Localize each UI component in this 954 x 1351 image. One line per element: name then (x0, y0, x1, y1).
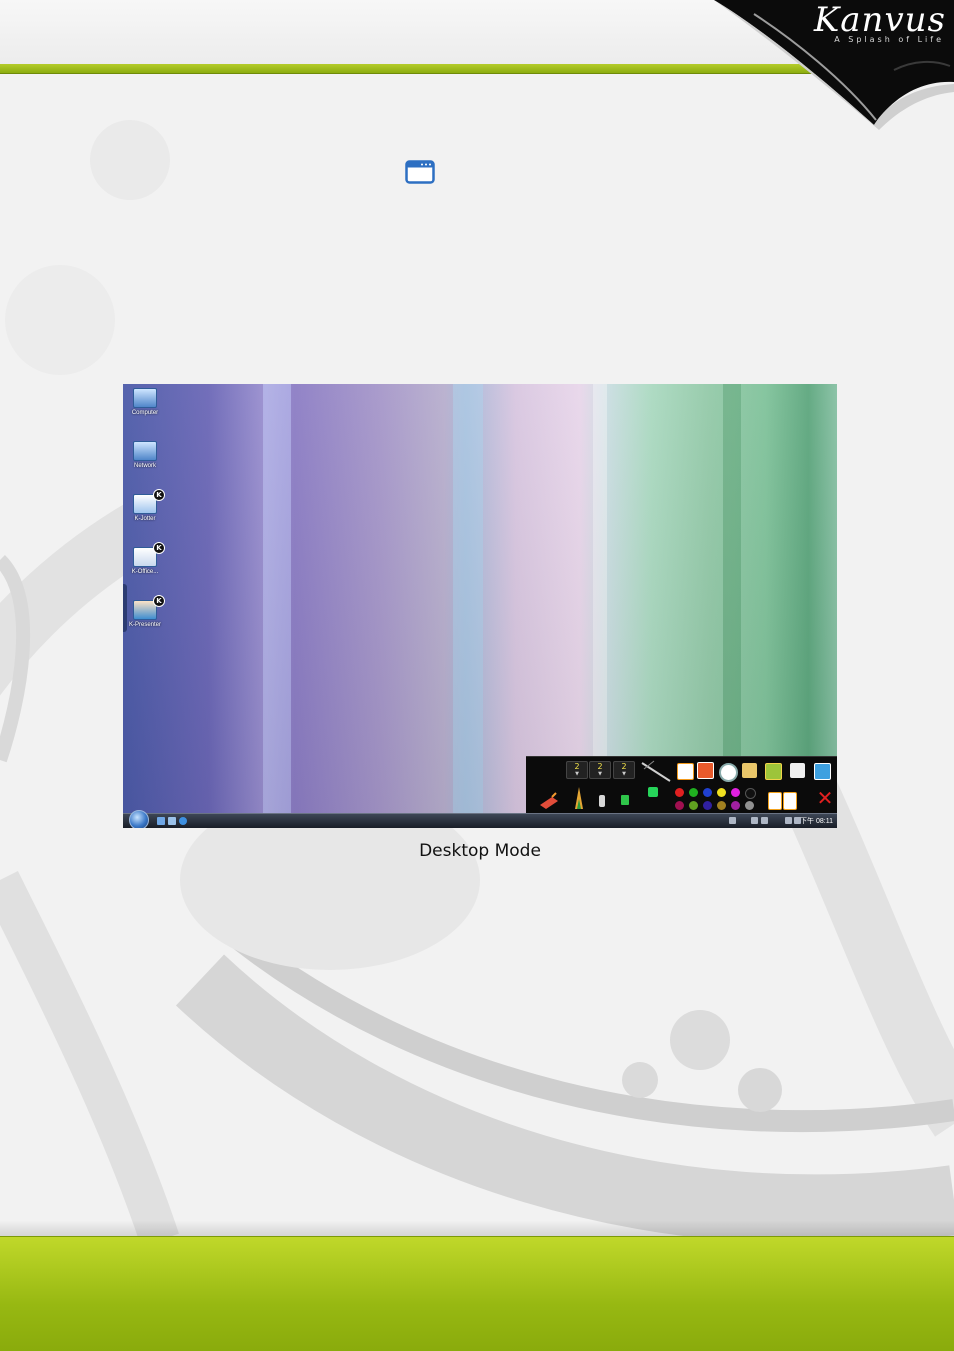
new-page-icon[interactable] (677, 763, 694, 780)
color-swatch[interactable] (717, 801, 726, 810)
print-icon[interactable] (742, 763, 757, 778)
color-swatch[interactable] (745, 788, 756, 799)
color-swatch[interactable] (731, 801, 740, 810)
desktop-icon-label: K-Jotter (134, 516, 156, 522)
desktop-icon-label: Network (133, 463, 156, 469)
desktop-icon-computer[interactable]: Computer (125, 388, 165, 416)
line-width-value: 2 (574, 762, 580, 771)
color-swatch[interactable] (703, 801, 712, 810)
k-presenter-icon: K (133, 595, 165, 620)
pencil-icon[interactable] (572, 785, 586, 813)
desktop-icon-network[interactable]: Network (125, 441, 165, 469)
desktop-icon-k-office[interactable]: K K-Office... (125, 542, 165, 575)
redo-icon[interactable] (783, 792, 797, 810)
desktop-mode-screenshot: Computer Network K K-Jotter K K-Office..… (123, 384, 837, 828)
brand-tagline: A Splash of Life (834, 35, 944, 44)
keyboard-tray-icon[interactable] (729, 817, 736, 824)
color-swatch[interactable] (731, 788, 740, 797)
color-swatch[interactable] (703, 788, 712, 797)
color-swatch[interactable] (675, 801, 684, 810)
desktop-icon-label: K-Office... (131, 569, 159, 575)
screen-capture-icon[interactable] (814, 763, 831, 780)
marker-icon[interactable] (597, 793, 607, 811)
desktop-icon-label: Computer (131, 410, 159, 416)
desktop-icon-label: K-Presenter (128, 622, 161, 628)
eraser-width-stepper[interactable]: 2 ▼ (613, 761, 635, 779)
k-office-icon: K (133, 542, 165, 567)
tray-app-icon[interactable] (761, 817, 768, 824)
figure-caption: Desktop Mode (419, 841, 541, 861)
windows-taskbar: 下午 08:11 (123, 810, 837, 828)
document-icon[interactable] (790, 763, 805, 778)
color-swatch[interactable] (689, 788, 698, 797)
highlighter-icon[interactable] (619, 793, 631, 809)
fill-color-swatch[interactable] (648, 787, 658, 797)
computer-icon (133, 388, 157, 408)
k-jotter-toolbar: 2 ▼ 2 ▼ 2 ▼ ✕ (526, 756, 837, 814)
line-width-stepper[interactable]: 2 ▼ (566, 761, 588, 779)
show-desktop-icon[interactable] (157, 817, 165, 825)
switch-windows-icon[interactable] (168, 817, 176, 825)
desktop-icon-k-presenter[interactable]: K K-Presenter (125, 595, 165, 628)
footer-green-band (0, 1236, 954, 1351)
color-swatch[interactable] (717, 788, 726, 797)
save-icon[interactable] (697, 762, 714, 779)
color-swatch[interactable] (745, 801, 754, 810)
color-swatch[interactable] (675, 788, 684, 797)
highlighter-width-stepper[interactable]: 2 ▼ (589, 761, 611, 779)
zoom-icon[interactable] (719, 763, 738, 782)
brush-icon[interactable] (538, 791, 560, 811)
taskbar-clock: 下午 08:11 (800, 818, 833, 825)
internet-explorer-icon[interactable] (179, 817, 187, 825)
footer-shadow (0, 1220, 954, 1236)
eraser-width-value: 2 (621, 762, 627, 771)
brand-logo-text: Kanvus (813, 0, 946, 40)
network-icon (133, 441, 157, 461)
desktop-icon-k-jotter[interactable]: K K-Jotter (125, 489, 165, 522)
tray-app-icon[interactable] (751, 817, 758, 824)
close-icon[interactable]: ✕ (815, 787, 835, 809)
undo-icon[interactable] (768, 792, 782, 810)
brand-logo-corner: Kanvus A Splash of Life (694, 0, 954, 140)
window-icon (405, 160, 435, 184)
start-button[interactable] (129, 810, 149, 828)
insert-image-icon[interactable] (765, 763, 782, 780)
k-jotter-icon: K (133, 489, 165, 514)
highlighter-width-value: 2 (597, 762, 603, 771)
color-swatch[interactable] (689, 801, 698, 810)
network-tray-icon[interactable] (785, 817, 792, 824)
pointer-wand-icon[interactable] (640, 759, 674, 783)
